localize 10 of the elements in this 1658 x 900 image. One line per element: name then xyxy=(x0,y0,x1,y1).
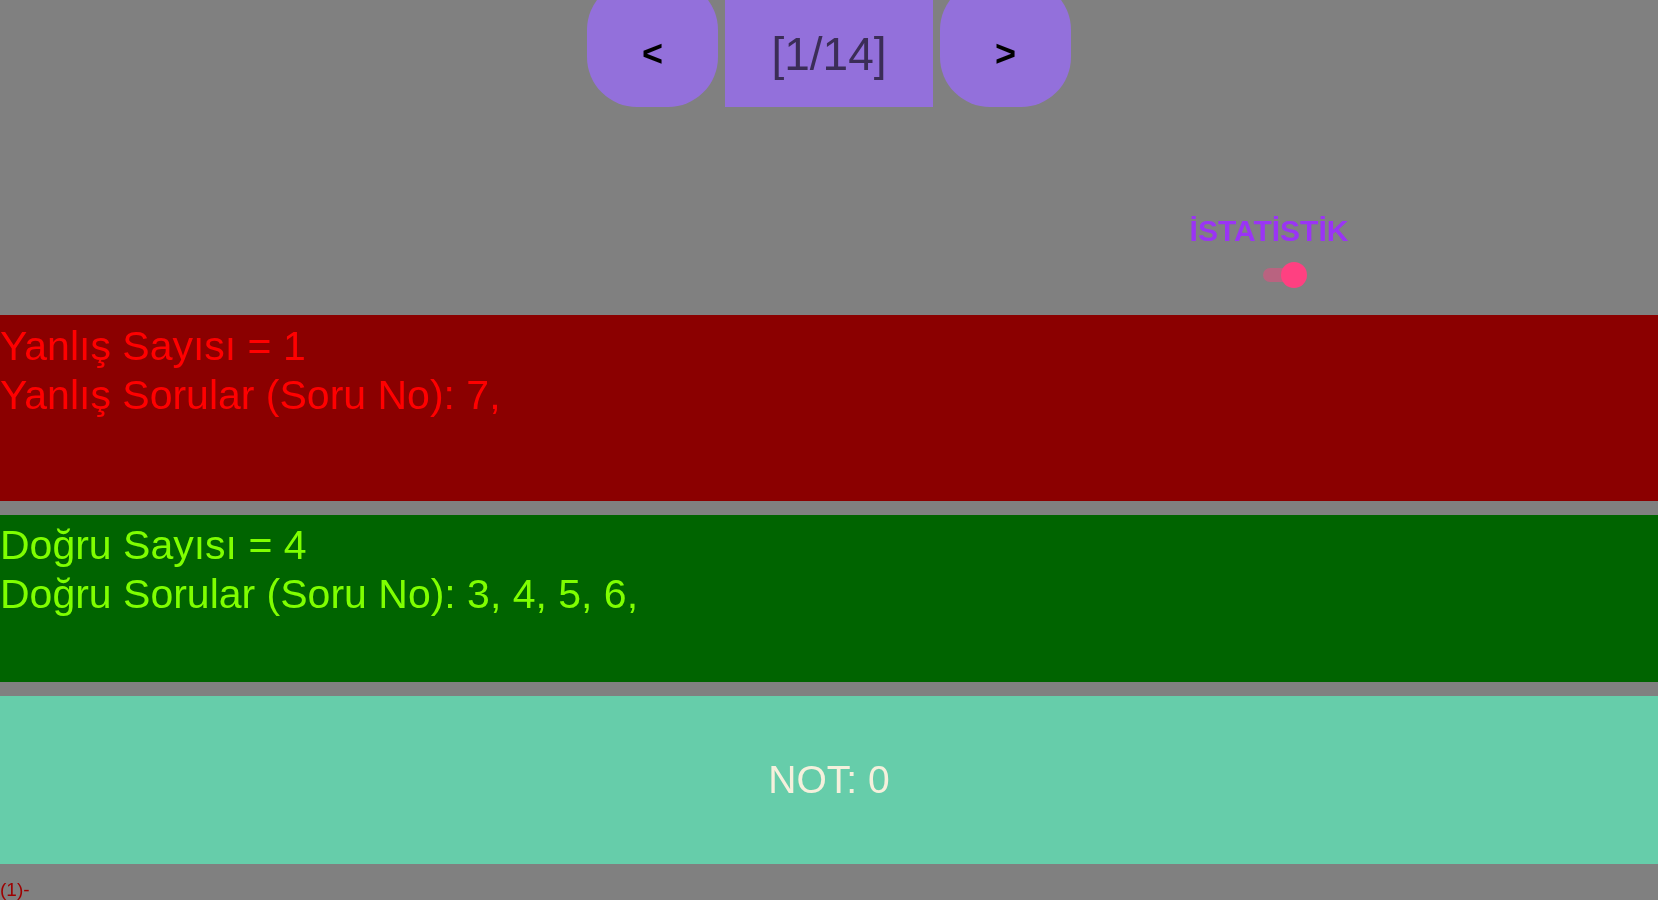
statistics-label: İSTATİSTİK xyxy=(1189,214,1349,248)
result-text: Yanlış Sayısı = 1 xyxy=(0,322,306,371)
result-text: Doğru Sorular (Soru No): 3, 4, 5, 6, xyxy=(0,570,639,619)
result-text: Yanlış Sorular (Soru No): 7, xyxy=(0,371,501,420)
previous-button[interactable]: < xyxy=(587,0,718,107)
next-button[interactable]: > xyxy=(940,0,1071,107)
grade-banner: NOT: 0 xyxy=(0,696,1658,864)
result-text: Doğru Sayısı = 4 xyxy=(0,521,307,570)
page-indicator[interactable]: [1/14] xyxy=(725,0,933,107)
question-number-text: (1)- xyxy=(0,880,30,899)
